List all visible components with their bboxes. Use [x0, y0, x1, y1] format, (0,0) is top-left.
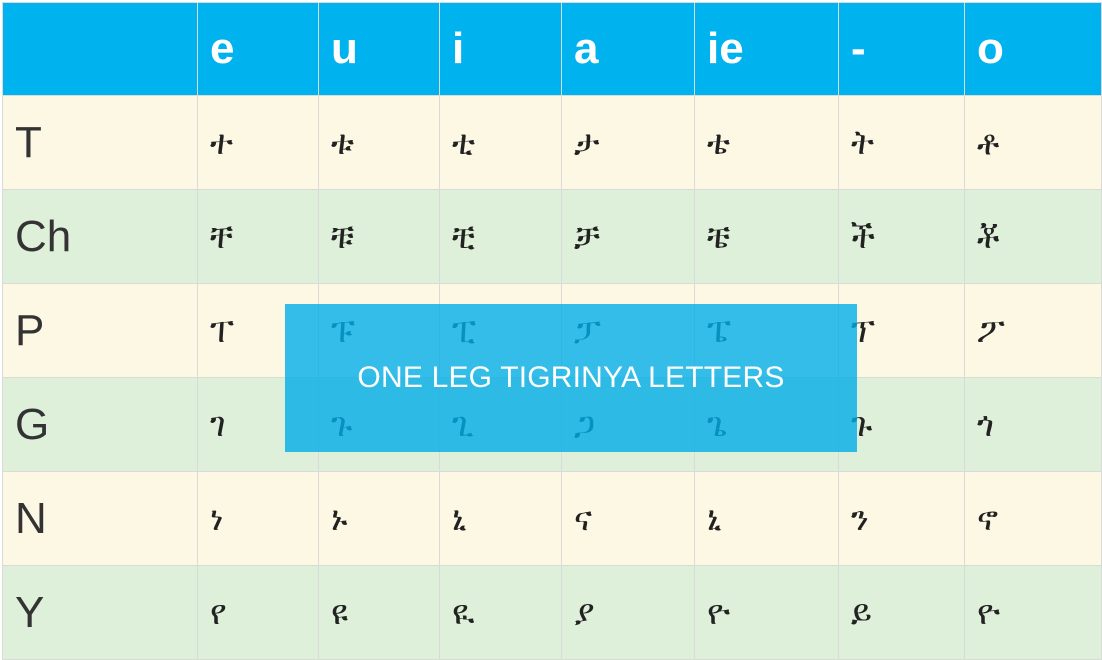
letter-cell: ያ — [561, 565, 695, 660]
letter-cell: ኖ — [964, 471, 1102, 566]
table-row-t: T ተ ቱ ቲ ታ ቴ ት ቶ — [2, 95, 1102, 190]
letter-cell: ቺ — [439, 189, 562, 284]
letter-cell: ቻ — [561, 189, 695, 284]
letter-cell: ቾ — [964, 189, 1102, 284]
row-label: G — [2, 377, 198, 472]
letter-cell: ቸ — [197, 189, 319, 284]
letter-cell: ዪ — [439, 565, 562, 660]
letter-cell: ቲ — [439, 95, 562, 190]
letter-cell: ቱ — [318, 95, 440, 190]
row-label: Ch — [2, 189, 198, 284]
letter-cell: ጎ — [964, 377, 1102, 472]
letter-cell: ች — [838, 189, 965, 284]
header-cell-u: u — [318, 2, 440, 96]
header-cell-ie: ie — [694, 2, 839, 96]
letter-cell: ዩ — [318, 565, 440, 660]
row-label: P — [2, 283, 198, 378]
letter-cell: ኑ — [318, 471, 440, 566]
letter-cell: ቴ — [694, 95, 839, 190]
letter-cell: ና — [561, 471, 695, 566]
overlay-title: ONE LEG TIGRINYA LETTERS — [357, 361, 785, 394]
letter-cell: ን — [838, 471, 965, 566]
letter-cell: ጉ — [838, 377, 965, 472]
letter-cell: ተ — [197, 95, 319, 190]
letter-cell: ታ — [561, 95, 695, 190]
row-label: N — [2, 471, 198, 566]
header-cell-i: i — [439, 2, 562, 96]
header-row: e u i a ie - o — [2, 2, 1102, 96]
title-overlay-banner: ONE LEG TIGRINYA LETTERS — [285, 304, 857, 452]
letter-cell: ኒ — [439, 471, 562, 566]
letter-cell: ኒ — [694, 471, 839, 566]
header-cell-o: o — [964, 2, 1102, 96]
header-cell-e: e — [197, 2, 319, 96]
letter-cell: ፕ — [838, 283, 965, 378]
row-label: T — [2, 95, 198, 190]
letter-cell: ዮ — [964, 565, 1102, 660]
header-cell-a: a — [561, 2, 695, 96]
row-label: Y — [2, 565, 198, 660]
table-row-n: N ነ ኑ ኒ ና ኒ ን ኖ — [2, 471, 1102, 566]
header-cell-dash: - — [838, 2, 965, 96]
letter-cell: ዮ — [694, 565, 839, 660]
letter-cell: ቹ — [318, 189, 440, 284]
letter-cell: ይ — [838, 565, 965, 660]
letter-cell: የ — [197, 565, 319, 660]
table-row-ch: Ch ቸ ቹ ቺ ቻ ቼ ች ቾ — [2, 189, 1102, 284]
letter-cell: ፖ — [964, 283, 1102, 378]
letter-cell: ቼ — [694, 189, 839, 284]
header-cell-corner — [2, 2, 198, 96]
letter-cell: ት — [838, 95, 965, 190]
table-row-y: Y የ ዩ ዪ ያ ዮ ይ ዮ — [2, 565, 1102, 660]
letter-cell: ቶ — [964, 95, 1102, 190]
letter-cell: ነ — [197, 471, 319, 566]
